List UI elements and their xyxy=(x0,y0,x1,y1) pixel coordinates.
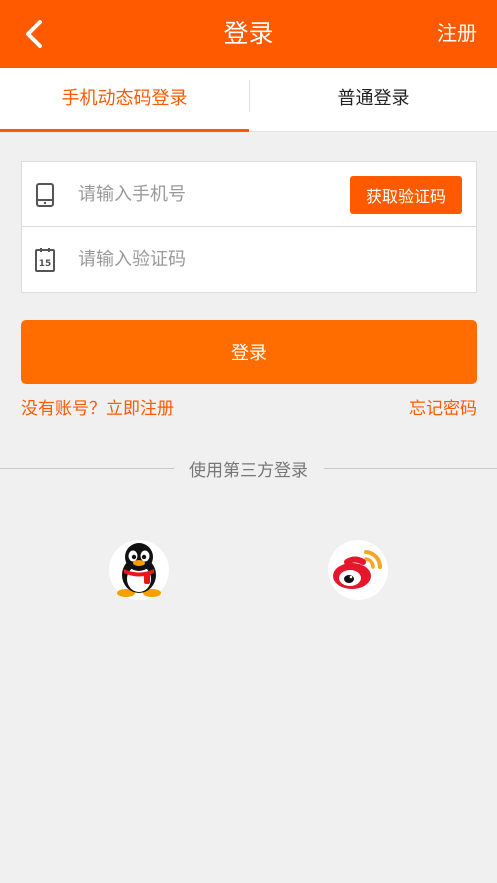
tab-normal-login[interactable]: 普通登录 xyxy=(249,68,497,132)
calendar-icon-text: 15 xyxy=(39,259,52,269)
phone-input[interactable] xyxy=(78,174,338,214)
login-button[interactable]: 登录 xyxy=(21,320,477,384)
code-input[interactable] xyxy=(78,239,338,279)
page-title: 登录 xyxy=(223,19,274,48)
login-form: 获取验证码 15 xyxy=(21,161,477,293)
phone-row: 获取验证码 xyxy=(22,162,476,227)
login-tabs: 手机动态码登录 普通登录 xyxy=(0,68,497,132)
code-row: 15 xyxy=(22,227,476,292)
forgot-password-link[interactable]: 忘记密码 xyxy=(409,394,477,419)
phone-icon xyxy=(36,183,54,207)
tab-sms-login[interactable]: 手机动态码登录 xyxy=(0,68,249,132)
qq-icon xyxy=(117,543,161,597)
no-account-register-link[interactable]: 没有账号？立即注册 xyxy=(21,394,174,419)
qq-login-button[interactable] xyxy=(109,540,169,600)
weibo-login-button[interactable] xyxy=(328,540,388,600)
calendar-icon: 15 xyxy=(35,248,55,272)
register-link[interactable]: 注册 xyxy=(437,0,477,68)
app-header: 登录 注册 xyxy=(0,0,497,68)
get-code-button[interactable]: 获取验证码 xyxy=(350,176,462,214)
weibo-icon xyxy=(333,550,383,589)
divider-line-right xyxy=(324,468,497,469)
